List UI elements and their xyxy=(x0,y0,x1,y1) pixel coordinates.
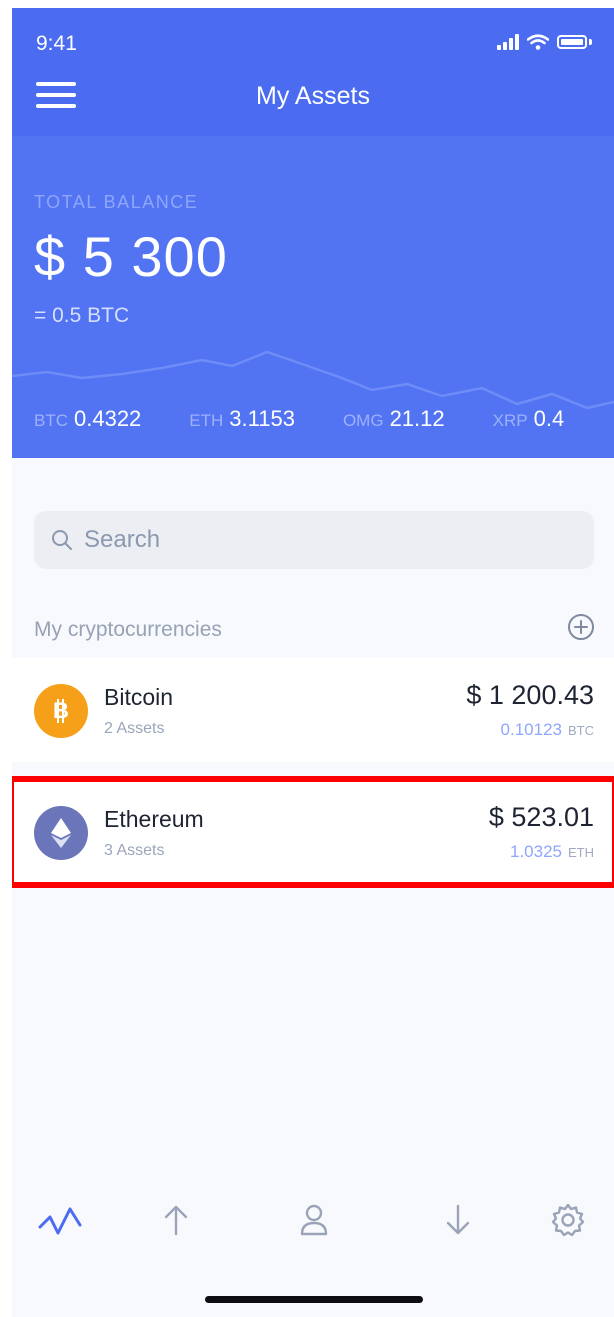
crypto-row-bitcoin[interactable]: B Bitcoin 2 Assets $ 1 200.43 0.10123 BTC xyxy=(12,658,614,762)
status-time: 9:41 xyxy=(36,32,77,55)
activity-icon xyxy=(38,1207,82,1235)
bitcoin-icon: B xyxy=(34,684,88,738)
home-indicator[interactable] xyxy=(205,1296,423,1303)
ticker-eth: ETH 3.1153 xyxy=(189,406,295,431)
tab-activity[interactable] xyxy=(38,1198,82,1242)
coin-name: Ethereum xyxy=(104,806,204,832)
coin-amount: 0.10123 BTC xyxy=(500,720,594,739)
tab-bar xyxy=(12,1198,614,1248)
search-input[interactable] xyxy=(84,526,564,554)
section-title: My cryptocurrencies xyxy=(34,618,222,641)
app-header: 9:41 My Assets xyxy=(12,8,614,136)
coin-amount: 1.0325 ETH xyxy=(510,842,594,861)
ticker-omg: OMG 21.12 xyxy=(342,406,445,431)
crypto-list: B Bitcoin 2 Assets $ 1 200.43 0.10123 BTC… xyxy=(12,658,614,888)
total-balance-label: TOTAL BALANCE xyxy=(34,192,199,212)
search-icon xyxy=(52,530,72,550)
coin-usd-value: $ 1 200.43 xyxy=(466,680,594,710)
user-icon xyxy=(300,1204,328,1236)
crypto-row-ethereum[interactable]: Ethereum 3 Assets $ 523.01 1.0325 ETH xyxy=(12,776,614,888)
svg-text:B: B xyxy=(53,698,69,723)
status-icons xyxy=(497,34,592,50)
send-icon xyxy=(164,1205,188,1236)
tab-send[interactable] xyxy=(154,1198,198,1242)
battery-tip xyxy=(589,39,592,45)
wifi-icon xyxy=(527,34,549,50)
app-screen: 9:41 My Assets TOTAL BALANCE $ 5 300 = 0… xyxy=(12,8,614,1317)
battery-icon xyxy=(557,35,587,49)
page-title: My Assets xyxy=(256,82,370,110)
add-cryptocurrency-button[interactable] xyxy=(566,612,596,642)
total-balance-btc: = 0.5 BTC xyxy=(34,304,130,327)
receive-icon xyxy=(446,1204,470,1235)
ticker-row: BTC 0.4322 ETH 3.1153 OMG 21.12 XRP 0.4 xyxy=(34,406,564,432)
signal-icon xyxy=(497,34,519,50)
ticker-btc: BTC 0.4322 xyxy=(34,406,142,431)
coin-usd-value: $ 523.01 xyxy=(488,802,594,832)
coin-asset-count: 2 Assets xyxy=(104,720,165,737)
tab-settings[interactable] xyxy=(546,1198,590,1242)
search-bar xyxy=(34,511,594,569)
coin-name: Bitcoin xyxy=(104,684,174,710)
tab-profile[interactable] xyxy=(292,1198,336,1242)
tab-receive[interactable] xyxy=(436,1198,480,1242)
coin-asset-count: 3 Assets xyxy=(104,842,165,859)
gear-icon xyxy=(551,1203,585,1237)
ethereum-icon xyxy=(34,806,88,860)
balance-panel: TOTAL BALANCE $ 5 300 = 0.5 BTC BTC 0.432… xyxy=(12,136,614,458)
total-balance-amount: $ 5 300 xyxy=(34,225,228,288)
ticker-xrp: XRP 0.4 xyxy=(492,406,565,431)
